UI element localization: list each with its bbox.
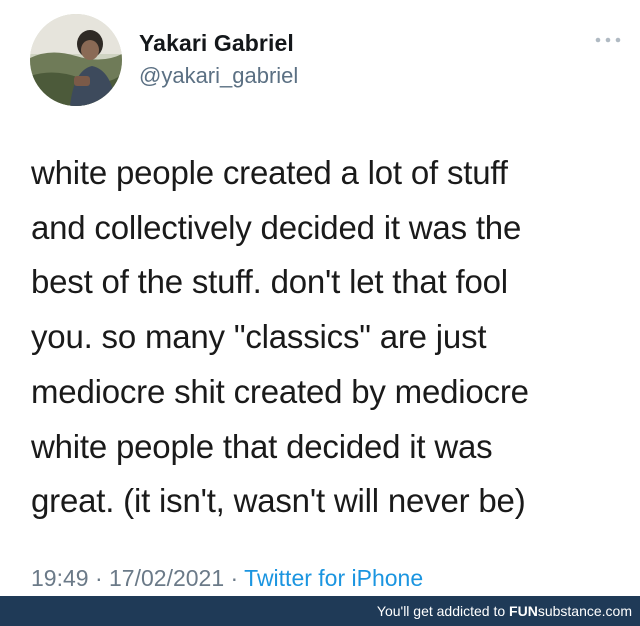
tweet-text: white people created a lot of stuff and …	[31, 146, 631, 529]
watermark-brand-part1: FUN	[509, 603, 538, 619]
tweet-text-line: mediocre shit created by mediocre	[31, 372, 529, 410]
avatar-photo	[30, 14, 122, 106]
watermark-brand-part2: substance	[537, 603, 602, 619]
tweet-text-line: white people that decided it was	[31, 427, 493, 465]
meta-separator: ·	[230, 565, 245, 591]
author-display-name[interactable]: Yakari Gabriel	[139, 30, 294, 57]
tweet-text-line: you. so many "classics" are just	[31, 318, 487, 356]
tweet-date[interactable]: 17/02/2021	[109, 565, 224, 591]
watermark-prefix: You'll get addicted to	[376, 603, 510, 619]
author-handle[interactable]: @yakari_gabriel	[139, 63, 298, 89]
tweet-text-line: great. (it isn't, wasn't will never be)	[31, 482, 526, 520]
tweet-metadata: 19:49 · 17/02/2021 · Twitter for iPhone	[31, 565, 423, 592]
tweet-card: Yakari Gabriel @yakari_gabriel white peo…	[0, 0, 640, 596]
tweet-text-line: best of the stuff. don't let that fool	[31, 263, 508, 301]
meta-separator: ·	[94, 565, 110, 591]
avatar[interactable]	[30, 14, 122, 106]
tweet-text-line: and collectively decided it was the	[31, 208, 522, 246]
tweet-text-line: white people created a lot of stuff	[31, 154, 508, 191]
more-horizontal-icon[interactable]	[593, 33, 623, 47]
tweet-time[interactable]: 19:49	[31, 565, 89, 591]
watermark-bar: You'll get addicted to FUNsubstance.com	[0, 596, 640, 626]
watermark-suffix: .com	[601, 603, 632, 619]
tweet-source-link[interactable]: Twitter for iPhone	[244, 565, 423, 591]
watermark-text[interactable]: You'll get addicted to FUNsubstance.com	[377, 603, 632, 619]
